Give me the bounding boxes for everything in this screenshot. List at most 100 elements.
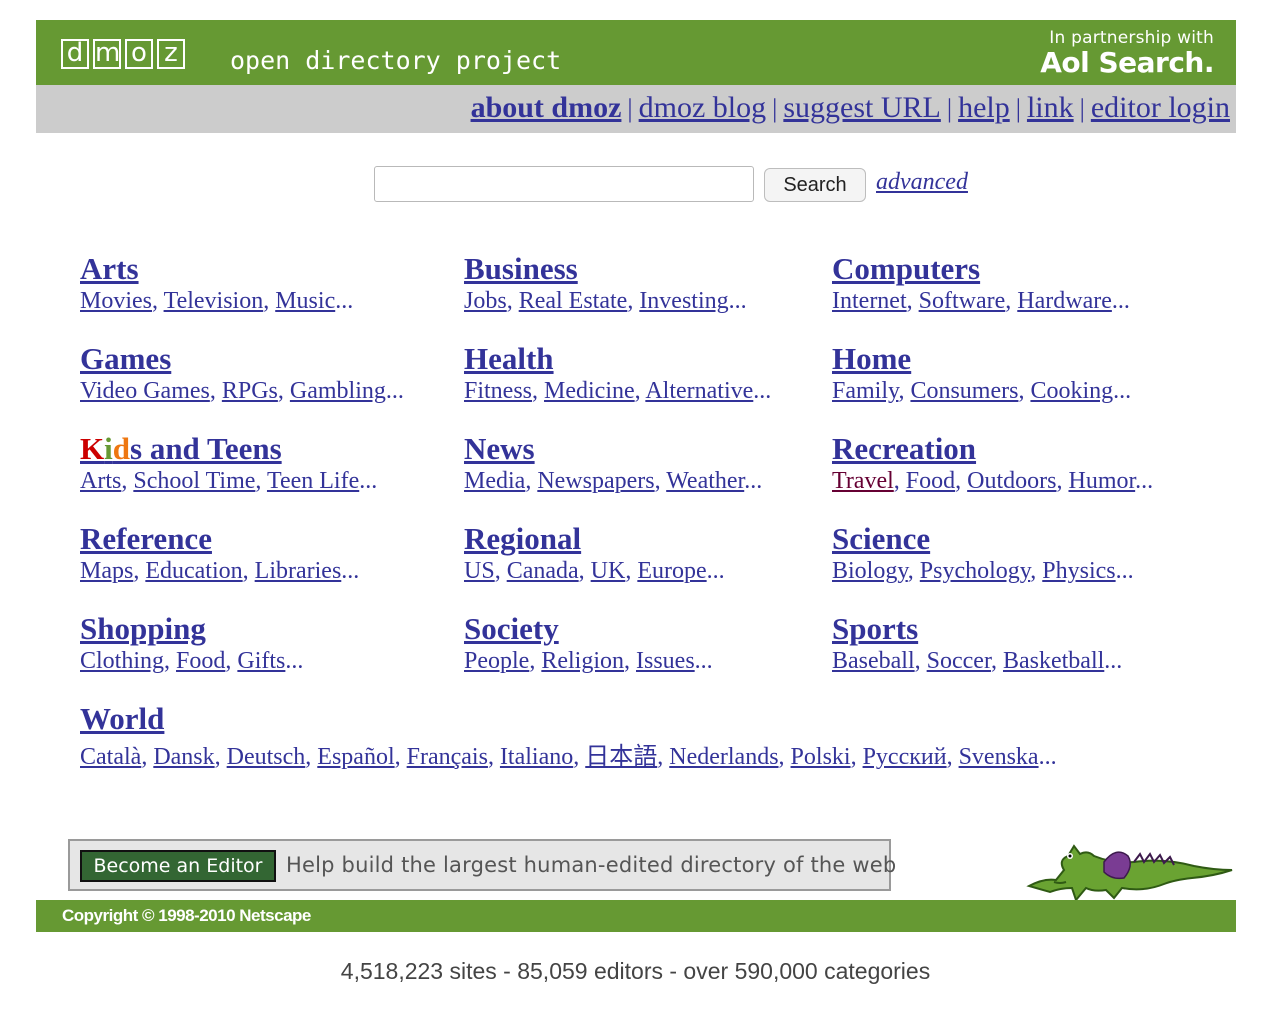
logo-letter-m: m bbox=[93, 38, 121, 69]
subcategory-link[interactable]: Jobs bbox=[464, 288, 507, 314]
subcategory-link[interactable]: Weather bbox=[666, 468, 744, 494]
nav-about-dmoz[interactable]: about dmoz bbox=[471, 91, 622, 124]
comma-separator: , bbox=[624, 648, 630, 674]
world-language-link[interactable]: Deutsch bbox=[227, 744, 306, 770]
subcategory-link[interactable]: Issues bbox=[636, 648, 695, 674]
category-society: Society People, Religion, Issues... bbox=[464, 612, 713, 676]
subcategory-link[interactable]: UK bbox=[591, 558, 626, 584]
nav-suggest-url[interactable]: suggest URL bbox=[783, 91, 941, 124]
comma-separator: , bbox=[242, 558, 249, 584]
world-language-link[interactable]: Dansk bbox=[153, 744, 214, 770]
subcategory-link[interactable]: Consumers bbox=[910, 378, 1018, 404]
category-title-computers[interactable]: Computers bbox=[832, 252, 1130, 286]
world-language-link[interactable]: 日本語 bbox=[585, 744, 657, 770]
more-ellipsis: ... bbox=[1113, 378, 1132, 404]
subcategory-link[interactable]: Investing bbox=[639, 288, 728, 314]
subcategory-link[interactable]: Newspapers bbox=[537, 468, 654, 494]
category-regional: Regional US, Canada, UK, Europe... bbox=[464, 522, 725, 586]
subcategory-link[interactable]: Baseball bbox=[832, 648, 915, 674]
subcategory-link[interactable]: Physics bbox=[1042, 558, 1115, 584]
nav-bar: about dmoz | dmoz blog | suggest URL | help | li… bbox=[36, 85, 1236, 133]
subcategory-link[interactable]: US bbox=[464, 558, 495, 584]
comma-separator: , bbox=[907, 558, 914, 584]
category-title-news[interactable]: News bbox=[464, 432, 762, 466]
category-title-science[interactable]: Science bbox=[832, 522, 1134, 556]
category-title-home[interactable]: Home bbox=[832, 342, 1131, 376]
subcategory-link[interactable]: Alternative bbox=[645, 378, 753, 404]
category-title-kids-and-teens[interactable]: Kids and Teens bbox=[80, 432, 377, 466]
subcategory-link[interactable]: Travel bbox=[832, 468, 894, 494]
subcategory-links: US, Canada, UK, Europe... bbox=[464, 556, 725, 586]
subcategory-link[interactable]: Cooking bbox=[1030, 378, 1113, 404]
subcategory-link[interactable]: RPGs bbox=[222, 378, 278, 404]
category-title-sports[interactable]: Sports bbox=[832, 612, 1122, 646]
category-title-games[interactable]: Games bbox=[80, 342, 404, 376]
subcategory-link[interactable]: Outdoors bbox=[967, 468, 1056, 494]
subcategory-link[interactable]: Media bbox=[464, 468, 525, 494]
subcategory-link[interactable]: Education bbox=[145, 558, 242, 584]
subcategory-link[interactable]: Television bbox=[164, 288, 264, 314]
nav-help[interactable]: help bbox=[958, 91, 1010, 124]
category-title-reference[interactable]: Reference bbox=[80, 522, 359, 556]
subcategory-link[interactable]: Gifts bbox=[237, 648, 285, 674]
dmoz-logo[interactable]: d m o z bbox=[61, 39, 185, 69]
world-language-link[interactable]: Français bbox=[407, 744, 488, 770]
subcategory-link[interactable]: School Time bbox=[133, 468, 255, 494]
nav-dmoz-blog[interactable]: dmoz blog bbox=[639, 91, 767, 124]
subcategory-link[interactable]: Medicine bbox=[544, 378, 635, 404]
subcategory-link[interactable]: Gambling bbox=[290, 378, 386, 404]
subcategory-link[interactable]: Psychology bbox=[920, 558, 1030, 584]
comma-separator: , bbox=[1018, 378, 1025, 404]
category-title-health[interactable]: Health bbox=[464, 342, 771, 376]
search-button[interactable]: Search bbox=[764, 168, 866, 202]
world-language-link[interactable]: Русский bbox=[863, 744, 947, 770]
subcategory-links: Movies, Television, Music... bbox=[80, 286, 353, 316]
subcategory-link[interactable]: Basketball bbox=[1003, 648, 1104, 674]
advanced-search-link[interactable]: advanced bbox=[876, 169, 968, 196]
subcategory-link[interactable]: Maps bbox=[80, 558, 133, 584]
subcategory-link[interactable]: People bbox=[464, 648, 529, 674]
nav-editor-login[interactable]: editor login bbox=[1091, 91, 1230, 124]
world-language-link[interactable]: Español bbox=[317, 744, 394, 770]
subcategory-link[interactable]: Libraries bbox=[255, 558, 342, 584]
world-language-link[interactable]: Nederlands bbox=[669, 744, 778, 770]
subcategory-links: Arts, School Time, Teen Life... bbox=[80, 466, 377, 496]
subcategory-link[interactable]: Hardware bbox=[1017, 288, 1112, 314]
category-title-world[interactable]: World bbox=[80, 702, 1057, 736]
world-language-link[interactable]: Italiano bbox=[500, 744, 573, 770]
world-language-link[interactable]: Català bbox=[80, 744, 141, 770]
subcategory-link[interactable]: Teen Life bbox=[267, 468, 359, 494]
category-title-shopping[interactable]: Shopping bbox=[80, 612, 303, 646]
search-input[interactable] bbox=[374, 166, 754, 202]
become-editor-button[interactable]: Become an Editor bbox=[80, 850, 276, 882]
subcategory-links: People, Religion, Issues... bbox=[464, 646, 713, 676]
subcategory-link[interactable]: Family bbox=[832, 378, 898, 404]
subcategory-link[interactable]: Clothing bbox=[80, 648, 164, 674]
subcategory-link[interactable]: Canada bbox=[507, 558, 579, 584]
nav-link[interactable]: link bbox=[1027, 91, 1074, 124]
directory-stats: 4,518,223 sites - 85,059 editors - over … bbox=[340, 958, 931, 984]
category-title-society[interactable]: Society bbox=[464, 612, 713, 646]
subcategory-link[interactable]: Europe bbox=[637, 558, 706, 584]
category-title-business[interactable]: Business bbox=[464, 252, 747, 286]
category-title-recreation[interactable]: Recreation bbox=[832, 432, 1153, 466]
subcategory-link[interactable]: Arts bbox=[80, 468, 121, 494]
category-title-arts[interactable]: Arts bbox=[80, 252, 353, 286]
subcategory-link[interactable]: Religion bbox=[541, 648, 624, 674]
world-language-link[interactable]: Polski bbox=[791, 744, 851, 770]
subcategory-link[interactable]: Music bbox=[275, 288, 335, 314]
subcategory-link[interactable]: Fitness bbox=[464, 378, 532, 404]
subcategory-link[interactable]: Video Games bbox=[80, 378, 210, 404]
subcategory-link[interactable]: Biology bbox=[832, 558, 908, 584]
subcategory-link[interactable]: Movies bbox=[80, 288, 152, 314]
partner-logo[interactable]: In partnership with Aol Search. bbox=[1040, 28, 1214, 78]
subcategory-link[interactable]: Soccer bbox=[927, 648, 991, 674]
subcategory-link[interactable]: Real Estate bbox=[519, 288, 628, 314]
subcategory-link[interactable]: Food bbox=[906, 468, 955, 494]
subcategory-link[interactable]: Software bbox=[919, 288, 1006, 314]
subcategory-link[interactable]: Humor bbox=[1068, 468, 1135, 494]
subcategory-link[interactable]: Internet bbox=[832, 288, 907, 314]
subcategory-link[interactable]: Food bbox=[176, 648, 225, 674]
world-language-link[interactable]: Svenska bbox=[959, 744, 1039, 770]
category-title-regional[interactable]: Regional bbox=[464, 522, 725, 556]
